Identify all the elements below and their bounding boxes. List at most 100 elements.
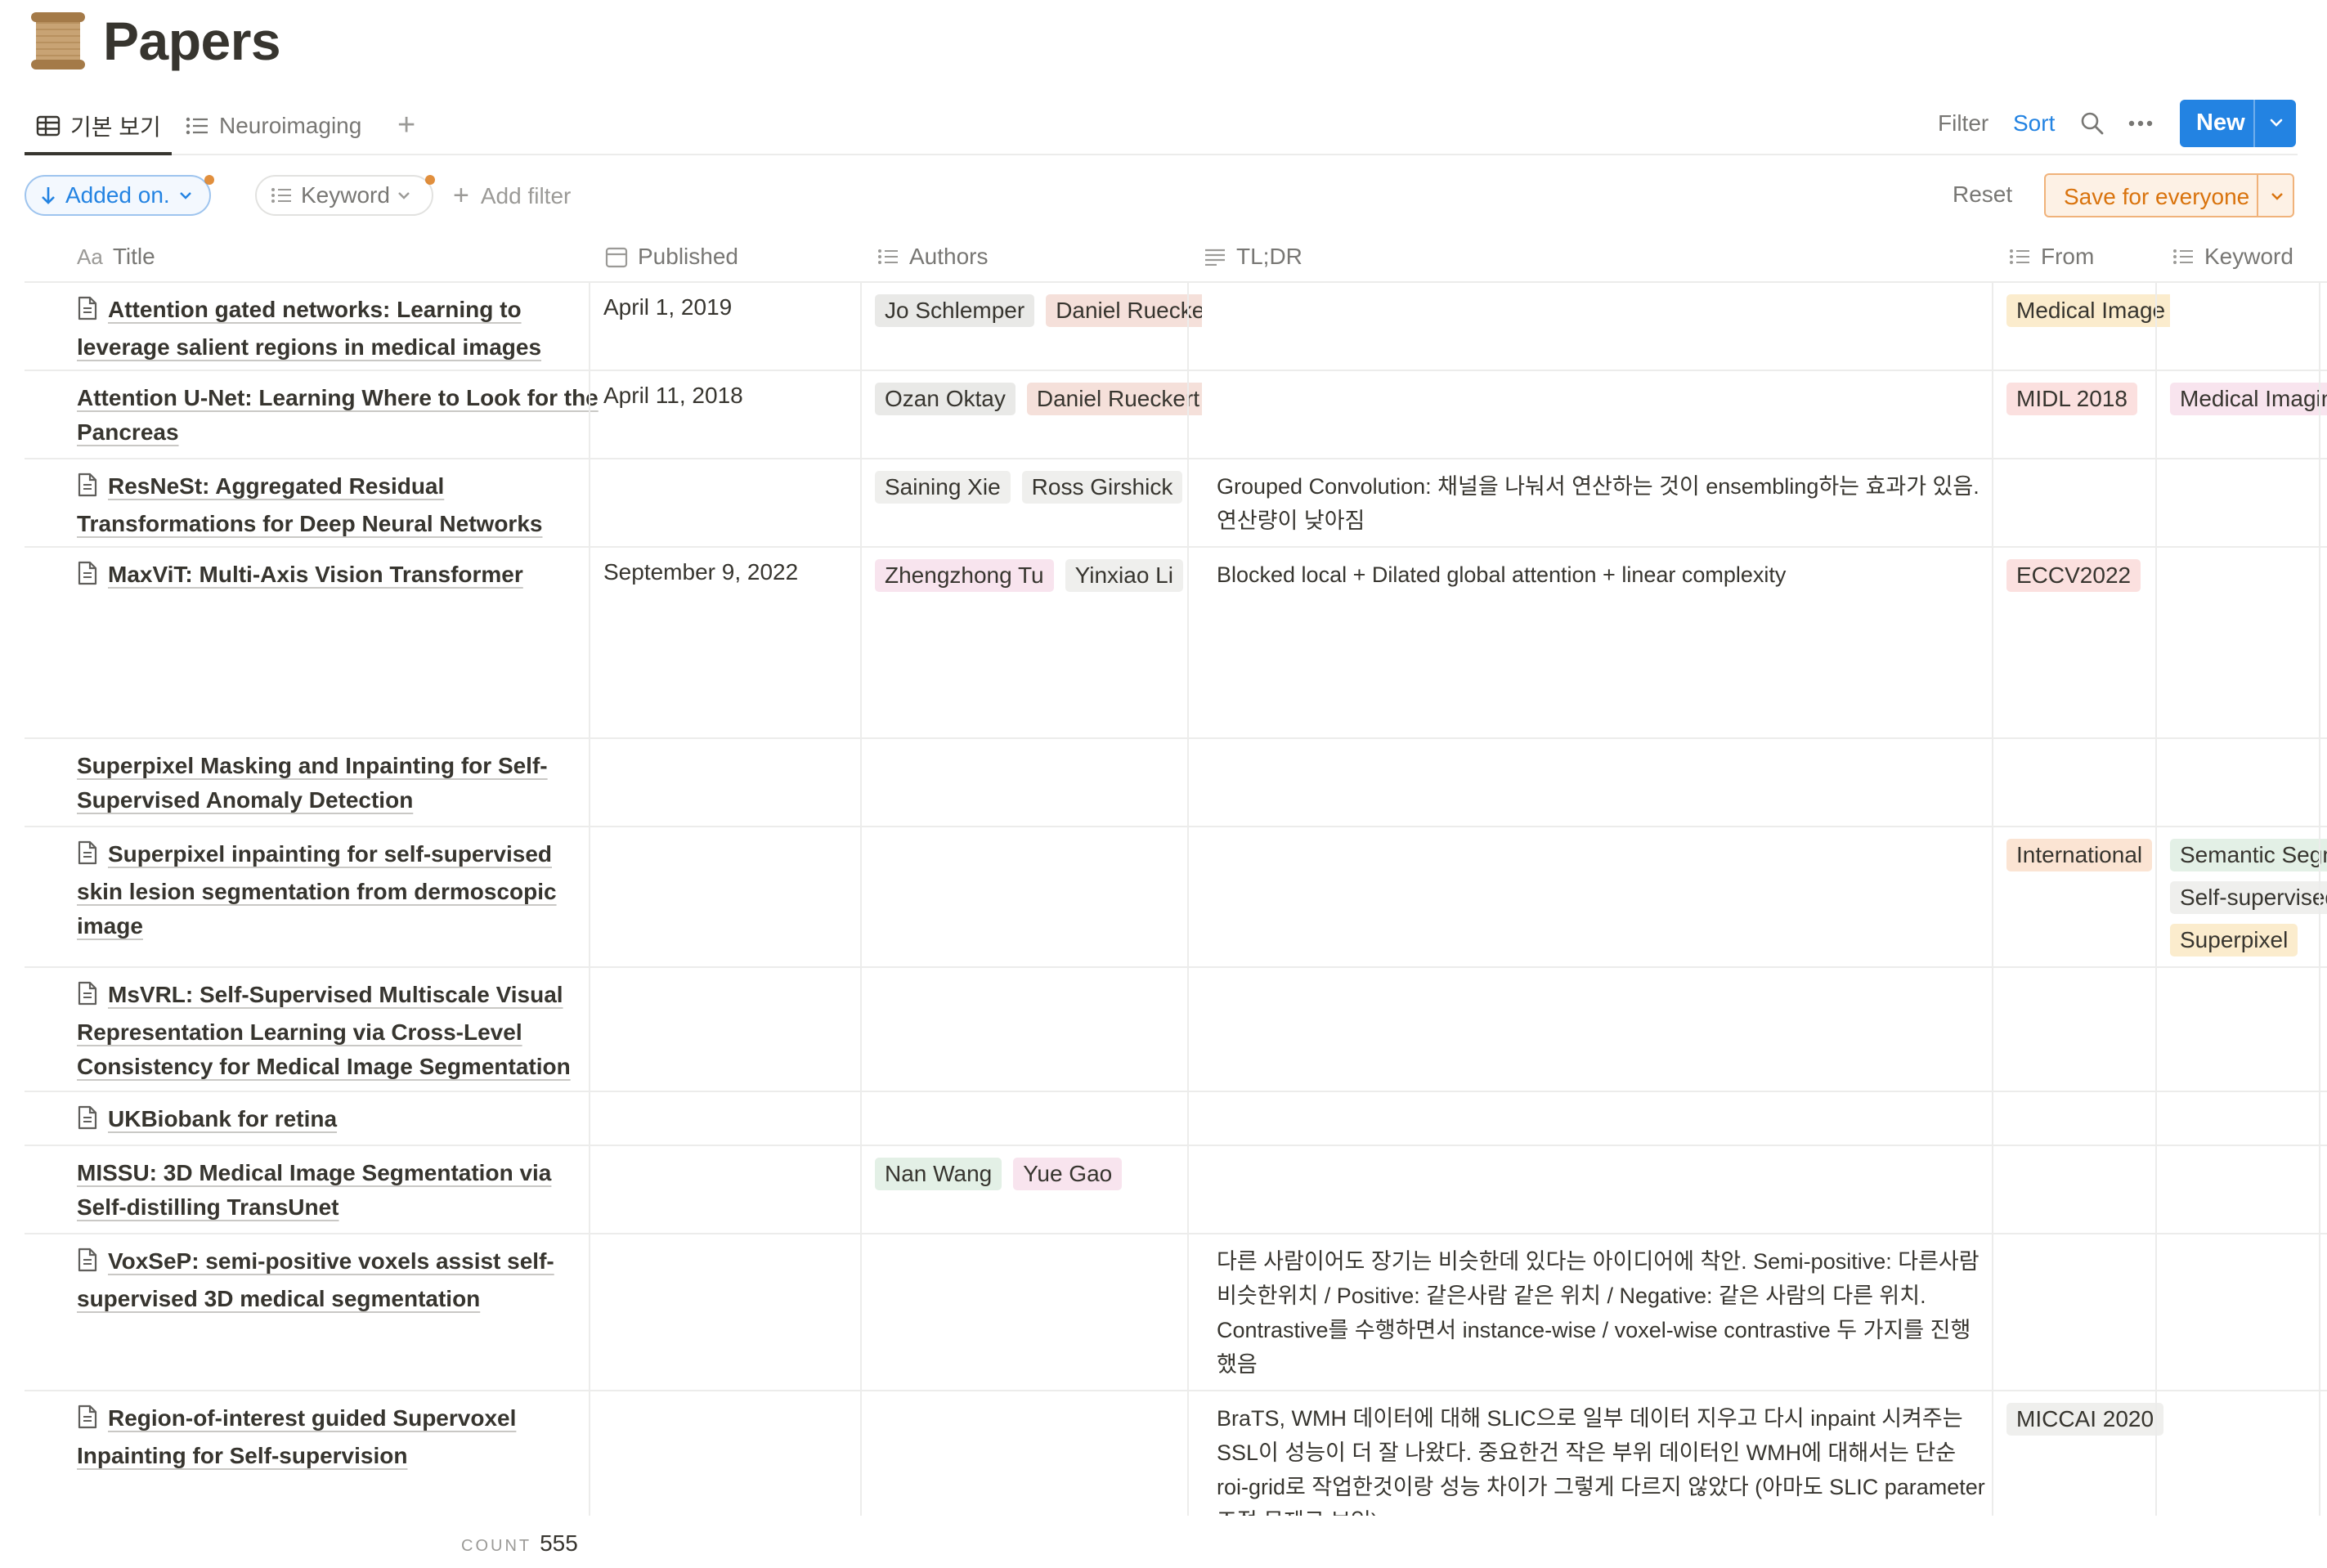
title-cell[interactable]: ResNeSt: Aggregated Residual Transformat… bbox=[77, 459, 600, 541]
keyword-cell[interactable] bbox=[2170, 968, 2327, 979]
tldr-cell[interactable] bbox=[1202, 968, 2000, 978]
table-row[interactable]: Region-of-interest guided Supervoxel Inp… bbox=[25, 1391, 2327, 1516]
keyword-cell[interactable]: Medical Imaging bbox=[2170, 371, 2327, 425]
table-row[interactable]: VoxSeP: semi-positive voxels assist self… bbox=[25, 1234, 2327, 1391]
sort-button[interactable]: Sort bbox=[2013, 100, 2055, 147]
tldr-cell[interactable]: BraTS, WMH 데이터에 대해 SLIC으로 일부 데이터 지우고 다시 … bbox=[1202, 1391, 2000, 1516]
tldr-cell[interactable] bbox=[1202, 1146, 2000, 1156]
paper-title[interactable]: Attention gated networks: Learning to le… bbox=[77, 297, 541, 360]
title-cell[interactable]: MaxViT: Multi-Axis Vision Transformer bbox=[77, 548, 600, 595]
authors-cell[interactable]: Jo Schlemper Daniel Rueckert bbox=[875, 283, 1202, 337]
keyword-cell[interactable] bbox=[2170, 1146, 2327, 1158]
tldr-cell[interactable] bbox=[1202, 827, 2000, 837]
table-row[interactable]: MaxViT: Multi-Axis Vision Transformer Sep… bbox=[25, 548, 2327, 739]
search-icon[interactable] bbox=[2080, 100, 2105, 147]
published-cell[interactable] bbox=[603, 827, 865, 839]
published-cell[interactable]: April 11, 2018 bbox=[603, 371, 865, 409]
from-cell[interactable]: MIDL 2018 bbox=[2006, 371, 2170, 425]
from-cell[interactable] bbox=[2006, 1092, 2170, 1104]
published-cell[interactable] bbox=[603, 1092, 865, 1104]
add-view-icon[interactable]: + bbox=[397, 110, 415, 141]
published-cell[interactable] bbox=[603, 1146, 865, 1158]
paper-title[interactable]: Superpixel Masking and Inpainting for Se… bbox=[77, 753, 548, 813]
authors-cell[interactable]: Zhengzhong Tu Yinxiao Li bbox=[875, 548, 1202, 602]
published-cell[interactable] bbox=[603, 1391, 865, 1403]
column-header-keyword[interactable]: Keyword bbox=[2172, 231, 2293, 283]
keyword-cell[interactable]: Semantic Segmentation Self-supervised Supe… bbox=[2170, 827, 2327, 966]
column-header-title[interactable]: Aa Title bbox=[77, 231, 155, 283]
keyword-filter-chip[interactable]: Keyword bbox=[255, 175, 433, 216]
page-title[interactable]: Papers bbox=[103, 10, 281, 72]
table-row[interactable]: Attention U-Net: Learning Where to Look … bbox=[25, 371, 2327, 459]
title-cell[interactable]: MISSU: 3D Medical Image Segmentation via… bbox=[77, 1146, 600, 1225]
authors-cell[interactable]: Saining Xie Ross Girshick bbox=[875, 459, 1202, 513]
authors-cell[interactable] bbox=[875, 1391, 1202, 1403]
keyword-cell[interactable] bbox=[2170, 548, 2327, 559]
title-cell[interactable]: MsVRL: Self-Supervised Multiscale Visual… bbox=[77, 968, 600, 1084]
from-cell[interactable] bbox=[2006, 1146, 2170, 1158]
from-cell[interactable]: ECCV2022 bbox=[2006, 548, 2170, 602]
sort-added-on-chip[interactable]: Added on. bbox=[25, 175, 211, 216]
published-cell[interactable] bbox=[603, 968, 865, 979]
paper-title[interactable]: ResNeSt: Aggregated Residual Transformat… bbox=[77, 473, 542, 536]
published-cell[interactable]: April 1, 2019 bbox=[603, 283, 865, 320]
title-cell[interactable]: Attention gated networks: Learning to le… bbox=[77, 283, 600, 365]
tldr-cell[interactable] bbox=[1202, 283, 2000, 293]
table-row[interactable]: Superpixel Masking and Inpainting for Se… bbox=[25, 739, 2327, 827]
tldr-cell[interactable]: 다른 사람이어도 장기는 비슷한데 있다는 아이디어에 착안. Semi-pos… bbox=[1202, 1234, 2000, 1382]
column-header-from[interactable]: From bbox=[2008, 231, 2094, 283]
keyword-cell[interactable] bbox=[2170, 459, 2327, 471]
paper-title[interactable]: Region-of-interest guided Supervoxel Inp… bbox=[77, 1405, 516, 1468]
from-cell[interactable]: Medical Image Analysis bbox=[2006, 283, 2170, 337]
chevron-down-icon[interactable] bbox=[2266, 183, 2288, 209]
authors-cell[interactable]: Ozan Oktay Daniel Rueckert bbox=[875, 371, 1202, 425]
authors-cell[interactable]: Nan Wang Yue Gao bbox=[875, 1146, 1202, 1200]
title-cell[interactable]: Superpixel inpainting for self-supervise… bbox=[77, 827, 600, 943]
from-cell[interactable]: MICCAI 2020 bbox=[2006, 1391, 2170, 1445]
authors-cell[interactable] bbox=[875, 1092, 1202, 1104]
title-cell[interactable]: Superpixel Masking and Inpainting for Se… bbox=[77, 739, 600, 818]
table-row[interactable]: ResNeSt: Aggregated Residual Transformat… bbox=[25, 459, 2327, 548]
table-row[interactable]: MsVRL: Self-Supervised Multiscale Visual… bbox=[25, 968, 2327, 1092]
tldr-cell[interactable]: Grouped Convolution: 채널을 나눠서 연산하는 것이 ens… bbox=[1202, 459, 2000, 538]
authors-cell[interactable] bbox=[875, 1234, 1202, 1246]
table-row[interactable]: Attention gated networks: Learning to le… bbox=[25, 283, 2327, 371]
new-button[interactable]: New bbox=[2180, 100, 2296, 147]
authors-cell[interactable] bbox=[875, 968, 1202, 979]
from-cell[interactable] bbox=[2006, 1234, 2170, 1246]
column-header-published[interactable]: Published bbox=[605, 231, 738, 283]
more-options-icon[interactable] bbox=[2127, 100, 2154, 147]
published-cell[interactable] bbox=[603, 1234, 865, 1246]
column-header-tldr[interactable]: TL;DR bbox=[1204, 231, 1302, 283]
table-row[interactable]: UKBiobank for retina bbox=[25, 1092, 2327, 1146]
keyword-cell[interactable] bbox=[2170, 1092, 2327, 1104]
reset-button[interactable]: Reset bbox=[1953, 181, 2012, 208]
title-cell[interactable]: VoxSeP: semi-positive voxels assist self… bbox=[77, 1234, 600, 1316]
from-cell[interactable] bbox=[2006, 968, 2170, 979]
tldr-cell[interactable] bbox=[1202, 739, 2000, 749]
keyword-cell[interactable] bbox=[2170, 1234, 2327, 1246]
table-row[interactable]: MISSU: 3D Medical Image Segmentation via… bbox=[25, 1146, 2327, 1234]
table-row[interactable]: Superpixel inpainting for self-supervise… bbox=[25, 827, 2327, 968]
paper-title[interactable]: MsVRL: Self-Supervised Multiscale Visual… bbox=[77, 982, 571, 1079]
paper-title[interactable]: UKBiobank for retina bbox=[108, 1106, 337, 1131]
tldr-cell[interactable] bbox=[1202, 1092, 2000, 1102]
paper-title[interactable]: MISSU: 3D Medical Image Segmentation via… bbox=[77, 1160, 551, 1220]
filter-button[interactable]: Filter bbox=[1938, 100, 1988, 147]
published-cell[interactable]: September 9, 2022 bbox=[603, 548, 865, 585]
paper-title[interactable]: MaxViT: Multi-Axis Vision Transformer bbox=[108, 562, 523, 587]
published-cell[interactable] bbox=[603, 739, 865, 750]
from-cell[interactable]: International bbox=[2006, 827, 2170, 881]
tldr-cell[interactable] bbox=[1202, 371, 2000, 381]
authors-cell[interactable] bbox=[875, 739, 1202, 750]
title-cell[interactable]: UKBiobank for retina bbox=[77, 1092, 600, 1140]
save-for-everyone-button[interactable]: Save for everyone bbox=[2044, 173, 2294, 217]
authors-cell[interactable] bbox=[875, 827, 1202, 839]
title-cell[interactable]: Region-of-interest guided Supervoxel Inp… bbox=[77, 1391, 600, 1473]
published-cell[interactable] bbox=[603, 459, 865, 471]
paper-title[interactable]: VoxSeP: semi-positive voxels assist self… bbox=[77, 1248, 554, 1311]
scroll-icon[interactable] bbox=[29, 11, 87, 71]
chevron-down-icon[interactable] bbox=[2265, 108, 2288, 137]
tab-default-view[interactable]: 기본 보기 bbox=[36, 106, 161, 146]
title-cell[interactable]: Attention U-Net: Learning Where to Look … bbox=[77, 371, 600, 450]
